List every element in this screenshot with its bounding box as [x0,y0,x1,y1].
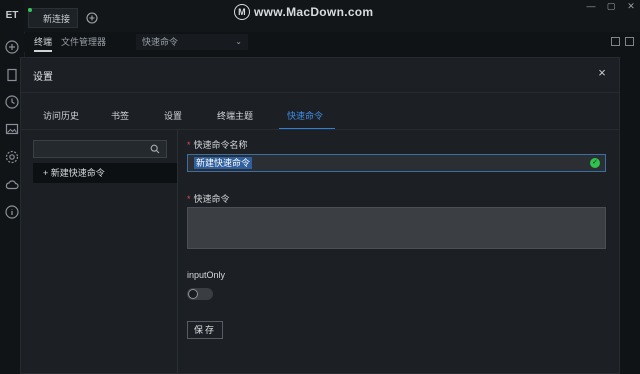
watermark-text: www.MacDown.com [254,5,374,19]
tab-bookmarks[interactable]: 书签 [111,106,129,126]
watermark-logo-icon: M [234,4,250,20]
quick-command-form: * 快速命令名称 新建快速命令 ✓ * 快速命令 inputOnly 保存 [187,130,619,373]
settings-modal: 设置 × 访问历史 书签 设置 终端主题 快速命令 + 新建快速命令 * 快速命令… [20,57,620,374]
add-tab-icon[interactable] [86,12,98,24]
cloud-icon[interactable] [5,178,19,192]
name-label-text: 快速命令名称 [193,140,248,150]
required-mark: * [187,194,191,204]
tab-terminal-theme[interactable]: 终端主题 [217,106,253,126]
settings-tabs: 访问历史 书签 设置 终端主题 快速命令 [21,106,619,130]
command-field-label: * 快速命令 [187,192,230,205]
window-close-icon[interactable]: ✕ [622,0,640,12]
search-input[interactable] [33,140,167,158]
window-controls: — ▢ ✕ [582,0,640,14]
plus-icon: + [43,168,49,178]
name-field-label: * 快速命令名称 [187,138,248,151]
grid-layout-icon[interactable] [611,37,620,46]
command-label-text: 快速命令 [193,194,230,204]
modal-title: 设置 [33,72,53,83]
list-item-label: 新建快速命令 [50,168,105,178]
quick-command-list-panel: + 新建快速命令 [21,130,178,373]
maximize-icon[interactable]: ▢ [602,0,620,12]
tab-quick-commands[interactable]: 快速命令 [287,106,323,126]
required-mark: * [187,140,191,150]
connected-dot-icon [28,8,32,12]
tab-history[interactable]: 访问历史 [43,106,79,126]
layout-icons [611,37,634,46]
app-logo: ET [5,10,19,21]
input-only-label: inputOnly [187,270,226,280]
session-subtabs: 终端 文件管理器 快速命令 ⌄ [24,34,640,52]
command-name-field[interactable]: 新建快速命令 ✓ [187,154,606,172]
session-tab[interactable]: 新连接 [28,8,78,28]
save-button[interactable]: 保存 [187,321,223,339]
tab-terminal[interactable]: 终端 [34,34,53,52]
tab-settings[interactable]: 设置 [164,106,182,126]
command-name-value: 新建快速命令 [194,157,253,169]
clock-icon[interactable] [5,95,19,109]
minimize-icon[interactable]: — [582,0,600,12]
chevron-down-icon: ⌄ [235,37,242,46]
tab-file-manager[interactable]: 文件管理器 [61,34,106,50]
input-only-toggle[interactable] [187,288,213,300]
search-icon[interactable] [150,144,160,154]
image-icon[interactable] [5,122,19,136]
toggle-knob [188,289,198,299]
command-textarea[interactable] [187,207,606,249]
document-icon[interactable] [5,68,19,82]
close-icon[interactable]: × [595,66,609,80]
check-circle-icon: ✓ [590,158,600,168]
new-quick-command-item[interactable]: + 新建快速命令 [33,163,177,183]
quick-command-select-value: 快速命令 [142,37,179,47]
plus-circle-icon[interactable] [5,40,19,54]
info-icon[interactable] [5,205,19,219]
watermark: M www.MacDown.com [234,3,373,21]
divider [21,92,619,93]
split-layout-icon[interactable] [625,37,634,46]
gear-icon[interactable] [5,150,19,164]
quick-command-select[interactable]: 快速命令 ⌄ [136,34,248,50]
